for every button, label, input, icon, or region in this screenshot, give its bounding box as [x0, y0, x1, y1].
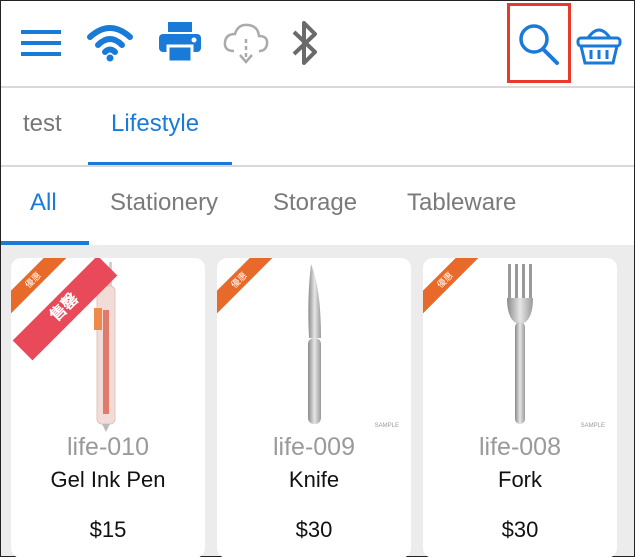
- menu-icon[interactable]: [21, 25, 61, 61]
- bluetooth-icon[interactable]: [287, 19, 323, 67]
- product-price: $15: [89, 517, 127, 542]
- subtab-stationery[interactable]: Stationery: [110, 189, 218, 217]
- fork-icon: [423, 258, 617, 433]
- basket-icon[interactable]: [575, 21, 623, 67]
- printer-icon[interactable]: [156, 19, 204, 65]
- product-card[interactable]: 優惠 SAMPLE life-009 Knife $30: [217, 258, 411, 558]
- category-tabs: test Lifestyle: [1, 88, 634, 166]
- wifi-icon[interactable]: [85, 21, 135, 65]
- product-sku: life-009: [273, 433, 355, 461]
- product-price: $30: [295, 517, 333, 542]
- subtab-all[interactable]: All: [30, 189, 57, 217]
- product-card[interactable]: 優惠 售罄 life-010 Gel Ink Pen $15: [11, 258, 205, 558]
- subtab-tableware[interactable]: Tableware: [407, 189, 516, 217]
- product-sku: life-008: [479, 433, 561, 461]
- search-icon[interactable]: [513, 19, 563, 67]
- sample-watermark: SAMPLE: [374, 423, 399, 429]
- top-toolbar: [1, 1, 634, 87]
- product-card[interactable]: 優惠 SAMPLE life-008 Fork $30: [423, 258, 617, 558]
- knife-icon: [217, 258, 411, 433]
- subtab-storage[interactable]: Storage: [273, 189, 357, 217]
- product-sku: life-010: [67, 433, 149, 461]
- product-name: Gel Ink Pen: [50, 467, 166, 492]
- product-name: Knife: [288, 467, 340, 492]
- sample-watermark: SAMPLE: [580, 423, 605, 429]
- cloud-download-icon[interactable]: [221, 21, 271, 65]
- tab-lifestyle[interactable]: Lifestyle: [111, 110, 199, 138]
- tab-test[interactable]: test: [23, 110, 62, 138]
- product-name: Fork: [498, 467, 542, 492]
- subcategory-tabs: All Stationery Storage Tableware: [1, 167, 634, 245]
- product-price: $30: [501, 517, 539, 542]
